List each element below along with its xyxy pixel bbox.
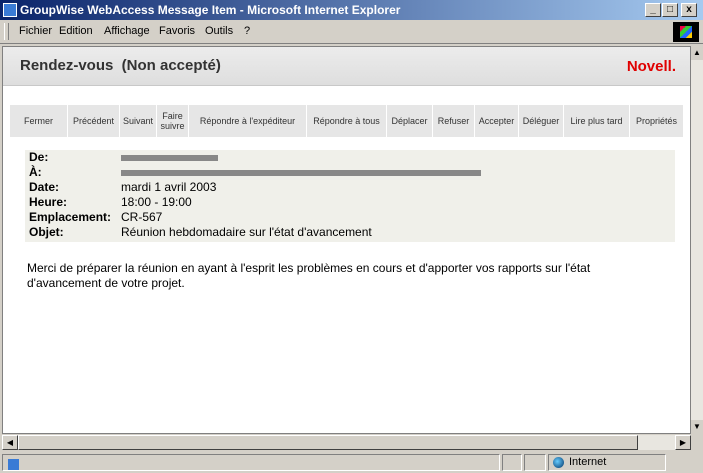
- minimize-button[interactable]: _: [645, 3, 661, 17]
- from-redacted: [121, 155, 218, 161]
- from-label: De:: [29, 150, 49, 164]
- menu-favoris[interactable]: Favoris: [159, 25, 195, 37]
- browser-content: Rendez-vous (Non accepté) Novell. Fermer…: [2, 46, 691, 434]
- properties-button[interactable]: Propriétés: [630, 105, 683, 137]
- vertical-scrollbar[interactable]: ▲ ▼: [691, 46, 703, 434]
- scroll-right-icon[interactable]: ▶: [675, 435, 691, 450]
- security-zone-pane: Internet: [548, 454, 666, 471]
- window-title: GroupWise WebAccess Message Item - Micro…: [20, 3, 401, 17]
- status-bar: Internet: [0, 452, 703, 473]
- status-pane-2: [502, 454, 522, 471]
- status-pane-3: [524, 454, 546, 471]
- location-value: CR-567: [121, 210, 163, 224]
- reply-sender-button[interactable]: Répondre à l'expéditeur: [189, 105, 306, 137]
- menu-help[interactable]: ?: [244, 25, 250, 37]
- scroll-up-icon[interactable]: ▲: [691, 46, 703, 60]
- toolbar-grip[interactable]: [4, 23, 9, 40]
- throbber: [673, 22, 699, 42]
- zone-label: Internet: [569, 456, 607, 468]
- scroll-down-icon[interactable]: ▼: [691, 420, 703, 434]
- windows-logo-icon: [680, 26, 692, 38]
- ie-icon: [3, 3, 17, 17]
- move-button[interactable]: Déplacer: [387, 105, 432, 137]
- action-toolbar: Fermer Précédent Suivant Faire suivre Ré…: [10, 105, 683, 137]
- status-main-pane: [2, 454, 500, 471]
- time-label: Heure:: [29, 195, 68, 209]
- page-banner: Rendez-vous (Non accepté) Novell.: [3, 47, 690, 86]
- next-button[interactable]: Suivant: [120, 105, 156, 137]
- date-value: mardi 1 avril 2003: [121, 180, 217, 194]
- menu-affichage[interactable]: Affichage: [104, 25, 150, 37]
- location-label: Emplacement:: [29, 210, 112, 224]
- message-headers: De: À: Date: mardi 1 avril 2003 Heure: 1…: [25, 150, 675, 242]
- horizontal-scroll-thumb[interactable]: [18, 435, 638, 450]
- novell-logo: Novell.: [626, 58, 676, 75]
- delegate-button[interactable]: Déléguer: [519, 105, 563, 137]
- globe-icon: [553, 457, 564, 468]
- date-label: Date:: [29, 180, 60, 194]
- page-title: Rendez-vous (Non accepté): [20, 57, 221, 74]
- to-label: À:: [29, 165, 42, 179]
- page-icon: [8, 459, 19, 470]
- to-redacted: [121, 170, 481, 176]
- scroll-left-icon[interactable]: ◀: [2, 435, 18, 450]
- menu-fichier[interactable]: Fichier: [19, 25, 52, 37]
- previous-button[interactable]: Précédent: [68, 105, 119, 137]
- close-message-button[interactable]: Fermer: [10, 105, 67, 137]
- read-later-button[interactable]: Lire plus tard: [564, 105, 629, 137]
- accept-button[interactable]: Accepter: [475, 105, 518, 137]
- menu-outils[interactable]: Outils: [205, 25, 233, 37]
- forward-button[interactable]: Faire suivre: [157, 105, 188, 137]
- subject-value: Réunion hebdomadaire sur l'état d'avance…: [121, 225, 372, 239]
- close-button[interactable]: x: [681, 3, 697, 17]
- menu-edition[interactable]: Edition: [59, 25, 93, 37]
- message-body: Merci de préparer la réunion en ayant à …: [27, 261, 591, 290]
- reply-all-button[interactable]: Répondre à tous: [307, 105, 386, 137]
- maximize-button[interactable]: □: [662, 3, 678, 17]
- horizontal-scrollbar[interactable]: ◀ ▶: [2, 434, 691, 450]
- title-bar[interactable]: GroupWise WebAccess Message Item - Micro…: [0, 0, 703, 20]
- decline-button[interactable]: Refuser: [433, 105, 474, 137]
- subject-label: Objet:: [29, 225, 64, 239]
- time-value: 18:00 - 19:00: [121, 195, 192, 209]
- menu-bar: Fichier Edition Affichage Favoris Outils…: [0, 20, 703, 44]
